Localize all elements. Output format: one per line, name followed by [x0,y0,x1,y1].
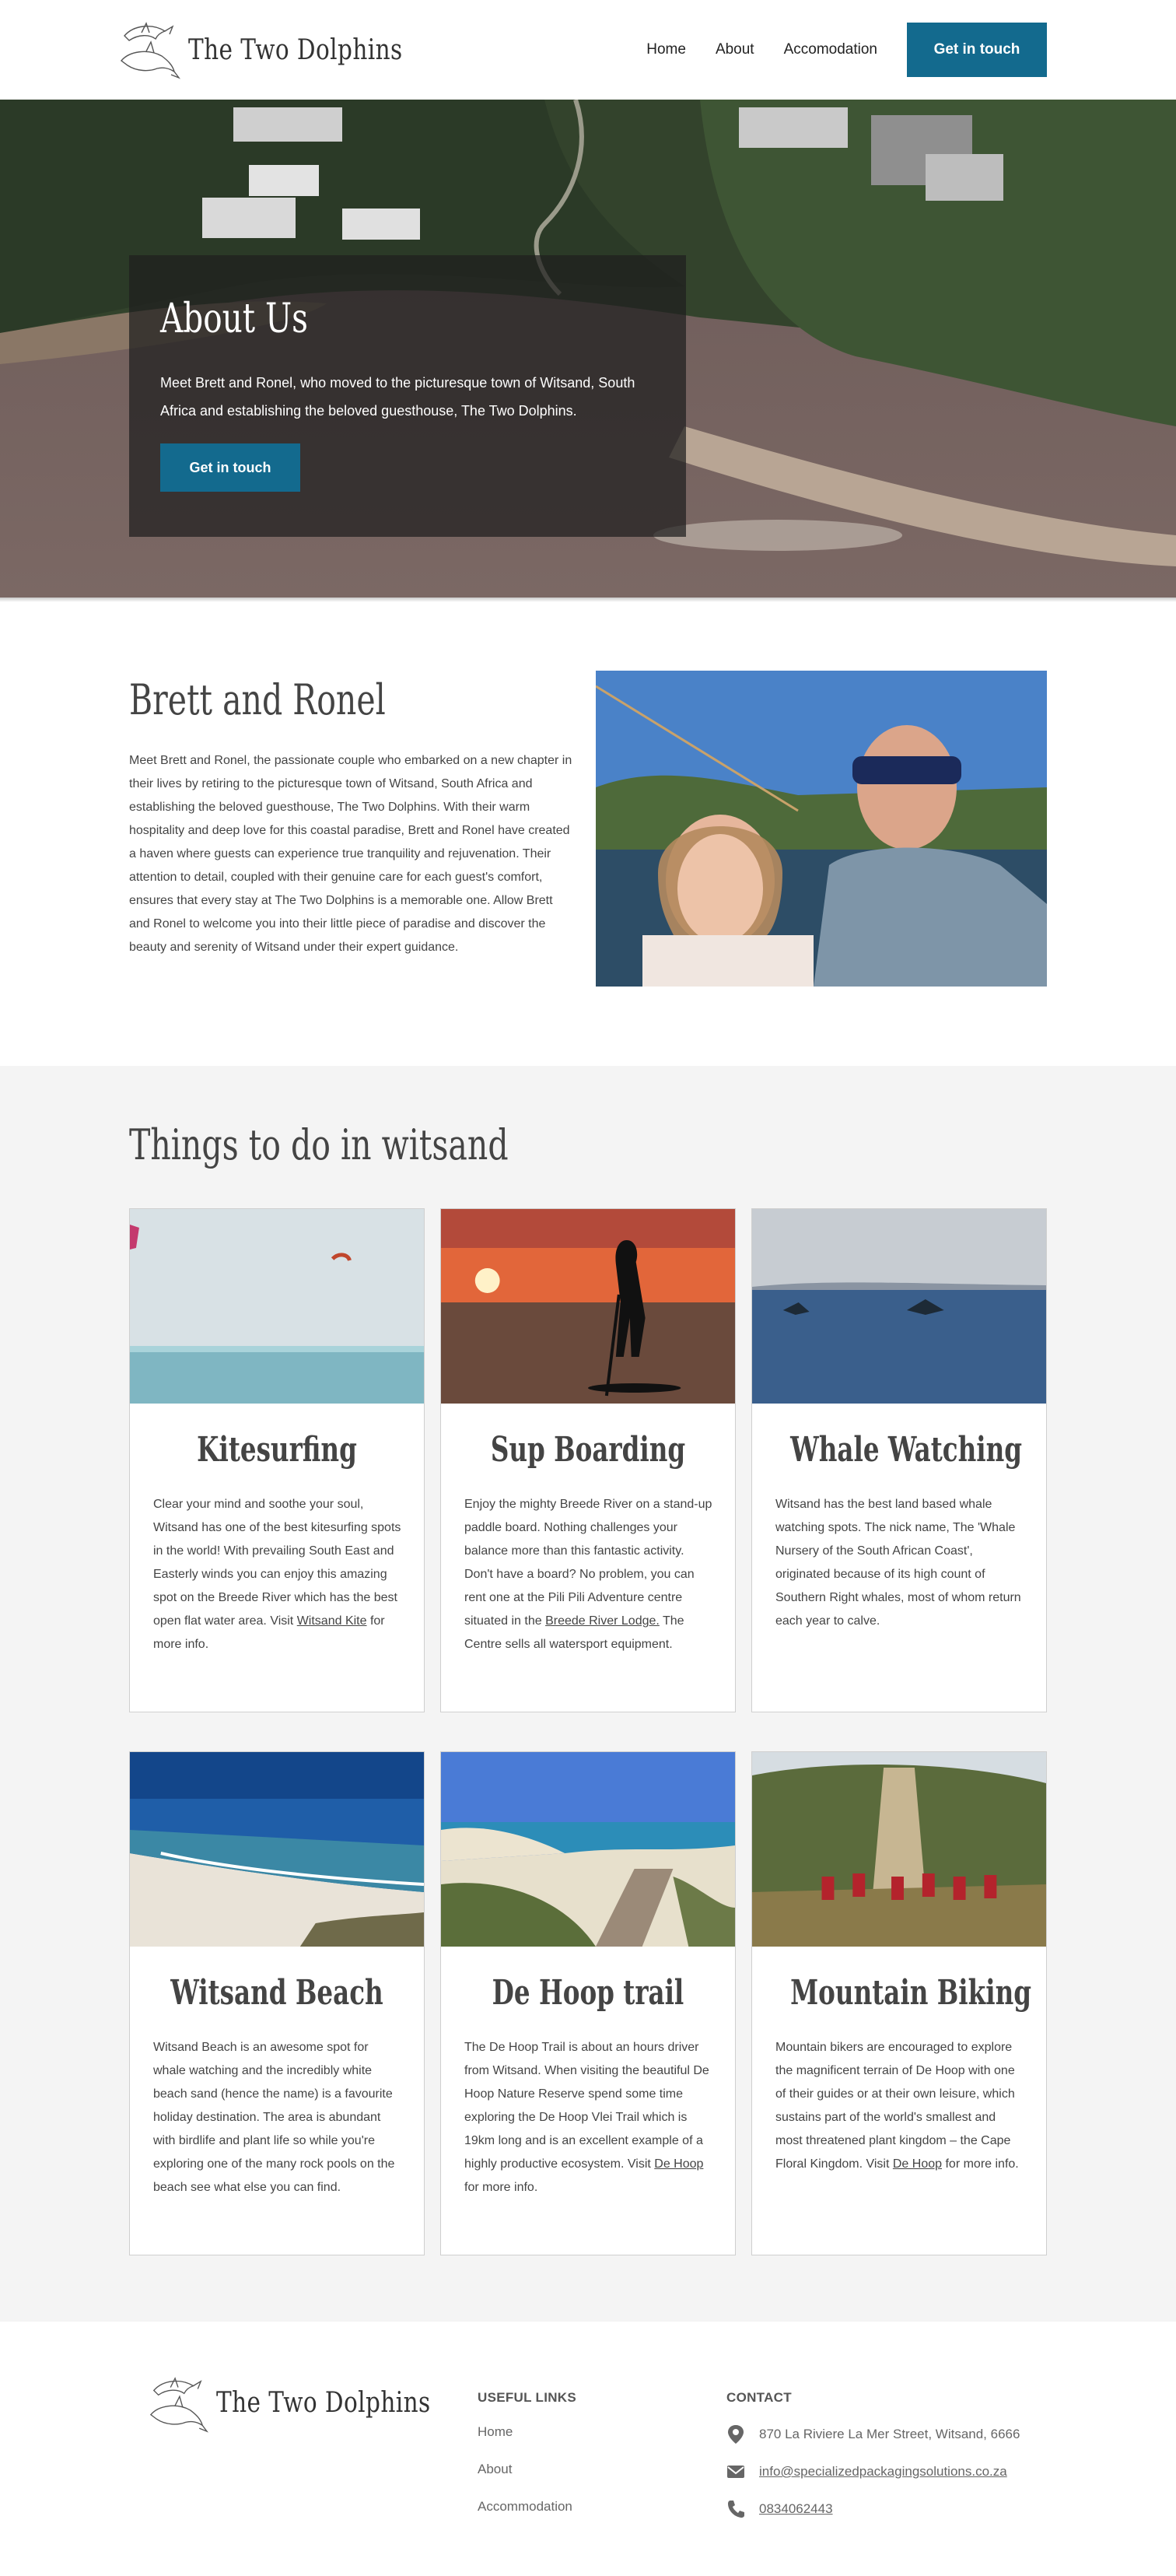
card-text: Mountain bikers are encouraged to explor… [775,2041,1019,2171]
witsand-kite-link[interactable]: Witsand Kite [297,1614,367,1628]
main-nav: Home About Accomodation Get in touch [646,23,1047,77]
phone-icon [728,2501,744,2518]
email-link[interactable]: info@specializedpackagingsolutions.co.za [759,2464,1007,2480]
contact-title: CONTACT [726,2390,792,2405]
address-text: 870 La Riviere La Mer Street, Witsand, 6… [759,2427,1020,2441]
things-section: Things to do in witsand Kitesurfing Clea… [0,1066,1176,2322]
map-pin-icon [728,2425,744,2444]
envelope-icon [727,2466,744,2478]
useful-links: USEFUL LINKS Home About Accommodation [478,2371,726,2576]
dolphin-logo-icon [120,22,180,79]
witsand-beach-photo [130,1752,424,1947]
footer-link-home[interactable]: Home [478,2424,726,2440]
site-header: The Two Dolphins Home About Accomodation… [0,0,1176,100]
card-title: Whale Watching [790,1430,1023,1470]
contact-address: 870 La Riviere La Mer Street, Witsand, 6… [726,2424,1020,2445]
card-mountain-biking: Mountain Biking Mountain bikers are enco… [751,1751,1047,2255]
mountain-biking-photo [752,1752,1046,1947]
de-hoop-link[interactable]: De Hoop [893,2157,942,2171]
contact-block: CONTACT 870 La Riviere La Mer Street, Wi… [726,2371,1020,2576]
card-text: Witsand Beach is an awesome spot for wha… [153,2041,395,2194]
breede-river-lodge-link[interactable]: Breede River Lodge. [545,1614,660,1628]
get-in-touch-button[interactable]: Get in touch [907,23,1047,77]
about-section: Brett and Ronel Meet Brett and Ronel, th… [0,602,1176,1066]
nav-about[interactable]: About [716,41,754,58]
footer-link-about[interactable]: About [478,2462,726,2477]
logo-text: The Two Dolphins [188,33,403,66]
contact-email: info@specializedpackagingsolutions.co.za [726,2462,1020,2482]
card-title: Sup Boarding [490,1430,686,1470]
about-body: Meet Brett and Ronel, the passionate cou… [129,754,572,954]
nav-accomodation[interactable]: Accomodation [784,41,877,58]
de-hoop-link[interactable]: De Hoop [654,2157,703,2171]
sup-boarding-photo [441,1209,735,1404]
about-text-block: Brett and Ronel Meet Brett and Ronel, th… [129,671,572,1066]
about-title: Brett and Ronel [129,675,386,724]
nav-home[interactable]: Home [646,41,686,58]
card-kitesurfing: Kitesurfing Clear your mind and soothe y… [129,1208,425,1712]
hero-text: Meet Brett and Ronel, who moved to the p… [160,375,635,419]
couple-photo [596,671,1047,987]
hero-section: About Us Meet Brett and Ronel, who moved… [0,100,1176,598]
card-de-hoop-trail: De Hoop trail The De Hoop Trail is about… [440,1751,736,2255]
card-title: Mountain Biking [790,1973,1032,2013]
hero-card: About Us Meet Brett and Ronel, who moved… [129,255,686,537]
page: The Two Dolphins Home About Accomodation… [0,0,1176,2576]
whale-watching-photo [752,1209,1046,1404]
card-sup-boarding: Sup Boarding Enjoy the mighty Breede Riv… [440,1208,736,1712]
footer-logo-text: The Two Dolphins [215,2387,431,2419]
card-title: Kitesurfing [197,1430,357,1470]
de-hoop-trail-photo [441,1752,735,1947]
card-title: Witsand Beach [170,1973,383,2013]
site-footer: The Two Dolphins USEFUL LINKS Home About… [0,2322,1176,2576]
card-text: The De Hoop Trail is about an hours driv… [464,2041,709,2194]
card-text: Enjoy the mighty Breede River on a stand… [464,1498,712,1651]
hero-title: About Us [160,296,308,342]
useful-links-title: USEFUL LINKS [478,2390,577,2405]
card-title: De Hoop trail [492,1973,684,2013]
card-whale-watching: Whale Watching Witsand has the best land… [751,1208,1047,1712]
card-text: Witsand has the best land based whale wa… [775,1498,1021,1628]
card-text: Clear your mind and soothe your soul, Wi… [153,1498,401,1651]
footer-logo[interactable]: The Two Dolphins [148,2371,478,2576]
footer-link-accommodation[interactable]: Accommodation [478,2499,726,2515]
card-witsand-beach: Witsand Beach Witsand Beach is an awesom… [129,1751,425,2255]
phone-link[interactable]: 0834062443 [759,2501,833,2517]
dolphin-logo-icon [149,2377,208,2433]
site-logo[interactable]: The Two Dolphins [118,17,450,82]
activity-grid: Kitesurfing Clear your mind and soothe y… [129,1208,1047,2255]
hero-get-in-touch-button[interactable]: Get in touch [160,443,300,492]
things-title: Things to do in witsand [129,1120,509,1169]
contact-phone: 0834062443 [726,2499,1020,2519]
kitesurfing-photo [130,1209,424,1404]
